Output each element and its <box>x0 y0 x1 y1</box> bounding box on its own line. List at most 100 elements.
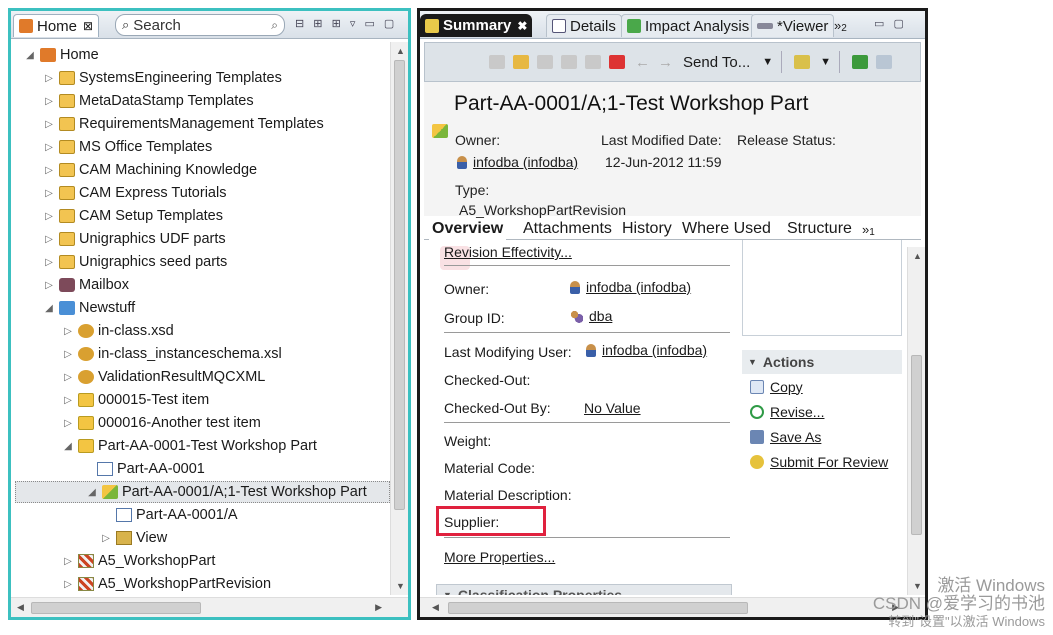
scroll-up-icon[interactable]: ▲ <box>913 251 922 261</box>
tab-where-used[interactable]: Where Used <box>679 218 774 240</box>
owner-value[interactable]: infodba (infodba) <box>473 154 578 170</box>
collapsed-arrow-icon[interactable]: ▷ <box>42 142 56 153</box>
tool-icon-5[interactable] <box>585 55 601 69</box>
send-to-dropdown-icon[interactable]: ▼ <box>762 56 773 68</box>
pin-icon[interactable] <box>609 55 625 69</box>
search-tab[interactable]: ⌕ Search ⌕ <box>115 14 285 36</box>
check-icon[interactable] <box>852 55 869 69</box>
collapsed-arrow-icon[interactable]: ▷ <box>42 280 56 291</box>
actions-header[interactable]: ▼ Actions <box>742 350 902 374</box>
collapsed-arrow-icon[interactable]: ▷ <box>61 418 75 429</box>
tree-item[interactable]: ◢ Part-AA-0001-Test Workshop Part <box>11 435 317 457</box>
classification-properties-section[interactable]: ▼ Classification Properties <box>436 584 732 595</box>
view-menu-icon[interactable]: ▿ <box>350 18 359 30</box>
scroll-left-icon[interactable]: ◀ <box>432 602 439 613</box>
scroll-left-icon[interactable]: ◀ <box>17 602 24 613</box>
tree-item[interactable]: ▷ A5_WorkshopPart <box>11 550 215 572</box>
forward-arrow-icon[interactable]: → <box>658 54 673 71</box>
tab-home[interactable]: Home ⊠ <box>13 14 100 37</box>
tree-item[interactable]: ▷ CAM Express Tutorials <box>11 182 226 204</box>
collapse-all-icon[interactable]: ⊟ <box>295 18 307 30</box>
owner-value[interactable]: infodba (infodba) <box>586 279 691 295</box>
more-properties-link[interactable]: More Properties... <box>444 549 555 565</box>
save-as-link[interactable]: Save As <box>770 429 821 445</box>
copy-link[interactable]: Copy <box>770 379 803 395</box>
collapsed-arrow-icon[interactable]: ▷ <box>42 96 56 107</box>
scrollbar-thumb[interactable] <box>911 355 922 535</box>
subtab-overflow[interactable]: » 1 <box>859 218 878 240</box>
tab-summary[interactable]: Summary ✖ <box>420 14 533 37</box>
tree-item[interactable]: ◢ Newstuff <box>11 297 135 319</box>
owner-value-link[interactable]: infodba (infodba) <box>570 279 691 295</box>
tab-overview[interactable]: Overview <box>429 218 507 240</box>
tool-icon-3[interactable] <box>537 55 553 69</box>
summary-horizontal-scrollbar[interactable]: ◀ ▶ <box>420 597 925 617</box>
collapsed-arrow-icon[interactable]: ▷ <box>42 211 56 222</box>
collapsed-arrow-icon[interactable]: ▷ <box>61 372 75 383</box>
scrollbar-thumb[interactable] <box>31 602 201 614</box>
last-modifying-user-value[interactable]: infodba (infodba) <box>602 342 707 358</box>
tree-item[interactable]: ▷ 000016-Another test item <box>11 412 261 434</box>
collapsed-arrow-icon[interactable]: ▷ <box>42 188 56 199</box>
revision-effectivity-link[interactable]: Revision Effectivity... <box>444 244 572 260</box>
tree-item[interactable]: ◢ Part-AA-0001/A;1-Test Workshop Part <box>15 481 390 503</box>
link-icon[interactable]: ⊞ <box>332 18 344 30</box>
collapsed-arrow-icon[interactable]: ▷ <box>61 579 75 590</box>
tree-item[interactable]: ▷ Mailbox <box>11 274 129 296</box>
expanded-arrow-icon[interactable]: ◢ <box>42 303 56 314</box>
tab-viewer[interactable]: *Viewer <box>751 14 835 37</box>
expanded-arrow-icon[interactable]: ◢ <box>85 487 99 498</box>
tree-item[interactable]: ▷ CAM Setup Templates <box>11 205 223 227</box>
collapsed-arrow-icon[interactable]: ▷ <box>42 73 56 84</box>
collapsed-arrow-icon[interactable]: ▷ <box>61 349 75 360</box>
submit-for-review-action[interactable]: Submit For Review <box>742 449 902 474</box>
collapsed-arrow-icon[interactable]: ▷ <box>61 326 75 337</box>
tree-item[interactable]: ▷ Unigraphics seed parts <box>11 251 227 273</box>
collapsed-arrow-icon[interactable]: ▷ <box>61 395 75 406</box>
tab-attachments[interactable]: Attachments <box>520 218 615 240</box>
scroll-up-icon[interactable]: ▲ <box>396 46 405 56</box>
tree-item[interactable]: ◢ Home <box>11 44 99 66</box>
tool-icon-1[interactable] <box>489 55 505 69</box>
tree-item[interactable]: ▷ RequirementsManagement Templates <box>11 113 324 135</box>
tree-item[interactable]: Part-AA-0001 <box>11 458 205 480</box>
close-icon[interactable]: ⊠ <box>83 19 93 33</box>
collapsed-arrow-icon[interactable]: ▷ <box>42 119 56 130</box>
tree-item[interactable]: ▷ in-class_instanceschema.xsl <box>11 343 282 365</box>
collapsed-arrow-icon[interactable]: ▷ <box>42 234 56 245</box>
minimize-icon[interactable]: ▭ <box>364 18 377 30</box>
back-arrow-icon[interactable]: ← <box>635 54 650 71</box>
search-go-icon[interactable]: ⌕ <box>271 18 278 33</box>
tree-item[interactable]: ▷ Unigraphics UDF parts <box>11 228 226 250</box>
collapsed-arrow-icon[interactable]: ▷ <box>61 556 75 567</box>
maximize-icon[interactable]: ▢ <box>384 18 397 30</box>
expand-icon[interactable]: ⊞ <box>313 18 325 30</box>
checked-out-by-value[interactable]: No Value <box>584 400 641 416</box>
save-as-action[interactable]: Save As <box>742 424 902 449</box>
tree-item[interactable]: ▷ CAM Machining Knowledge <box>11 159 257 181</box>
last-modifying-user-link[interactable]: infodba (infodba) <box>586 342 707 358</box>
tab-impact-analysis[interactable]: Impact Analysis <box>621 14 756 37</box>
tool-icon-2[interactable] <box>513 55 529 69</box>
scrollbar-thumb[interactable] <box>394 60 405 510</box>
tool-icon-4[interactable] <box>561 55 577 69</box>
revise-action[interactable]: Revise... <box>742 399 902 424</box>
tree-item[interactable]: ▷ MS Office Templates <box>11 136 212 158</box>
tree-item[interactable]: ▷ in-class.xsd <box>11 320 174 342</box>
summary-vertical-scrollbar[interactable]: ▲ ▼ <box>907 247 925 595</box>
expanded-arrow-icon[interactable]: ◢ <box>61 441 75 452</box>
workflow-icon[interactable] <box>794 55 811 69</box>
submit-for-review-link[interactable]: Submit For Review <box>770 454 888 470</box>
collapsed-arrow-icon[interactable]: ▷ <box>42 165 56 176</box>
collapsed-arrow-icon[interactable]: ▷ <box>99 533 113 544</box>
tree-item[interactable]: ▷ View <box>11 527 167 549</box>
tab-history[interactable]: History <box>619 218 675 240</box>
group-id-value-link[interactable]: dba <box>570 308 612 324</box>
workflow-dropdown-icon[interactable]: ▼ <box>820 56 831 68</box>
close-icon[interactable]: ✖ <box>517 19 527 33</box>
tree-item[interactable]: ▷ 000015-Test item <box>11 389 209 411</box>
minimize-icon[interactable]: ▭ <box>874 18 887 30</box>
tab-structure[interactable]: Structure <box>784 218 855 240</box>
group-id-value[interactable]: dba <box>589 308 612 324</box>
revise-link[interactable]: Revise... <box>770 404 824 420</box>
